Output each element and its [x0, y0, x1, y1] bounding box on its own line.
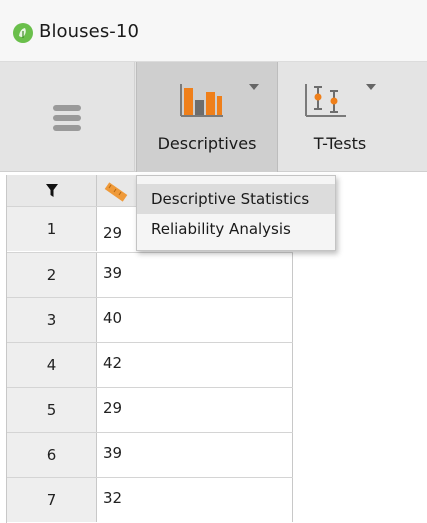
- table-row: 7 32: [7, 478, 293, 523]
- row-number[interactable]: 2: [7, 253, 97, 297]
- cell-value[interactable]: 40: [103, 298, 122, 342]
- t-tests-button[interactable]: T-Tests: [280, 62, 400, 172]
- descriptives-label: Descriptives: [157, 134, 257, 153]
- row-number[interactable]: 5: [7, 388, 97, 432]
- table-row: 4 42: [7, 343, 293, 388]
- table-row: 6 39: [7, 433, 293, 478]
- table-row: 5 29: [7, 388, 293, 433]
- main-menu-button[interactable]: [0, 62, 135, 172]
- row-number[interactable]: 6: [7, 433, 97, 477]
- ribbon-toolbar: Descriptives T-Tests: [0, 62, 427, 172]
- row-number[interactable]: 3: [7, 298, 97, 342]
- descriptives-button[interactable]: Descriptives: [136, 62, 278, 172]
- filter-icon: [45, 183, 58, 197]
- cell-value[interactable]: 39: [103, 253, 122, 297]
- row-number[interactable]: 4: [7, 343, 97, 387]
- menu-item-descriptive-statistics[interactable]: Descriptive Statistics: [137, 184, 335, 214]
- chevron-down-icon: [366, 84, 376, 90]
- table-row: 3 40: [7, 298, 293, 343]
- filter-button[interactable]: [7, 175, 97, 206]
- title-bar: Blouses-10: [0, 0, 427, 62]
- row-number[interactable]: 1: [7, 207, 97, 251]
- descriptives-dropdown-menu: Descriptive Statistics Reliability Analy…: [136, 175, 336, 251]
- table-row: 2 39: [7, 253, 293, 298]
- menu-item-reliability-analysis[interactable]: Reliability Analysis: [137, 214, 335, 244]
- cell-value[interactable]: 42: [103, 343, 122, 387]
- chevron-down-icon: [249, 84, 259, 90]
- jasp-logo-icon: [13, 23, 33, 43]
- cell-value[interactable]: 29: [103, 213, 122, 257]
- t-tests-label: T-Tests: [313, 134, 367, 153]
- cell-value[interactable]: 29: [103, 388, 122, 432]
- window-title: Blouses-10: [39, 21, 139, 42]
- cell-value[interactable]: 32: [103, 478, 122, 522]
- cell-value[interactable]: 39: [103, 433, 122, 477]
- row-number[interactable]: 7: [7, 478, 97, 522]
